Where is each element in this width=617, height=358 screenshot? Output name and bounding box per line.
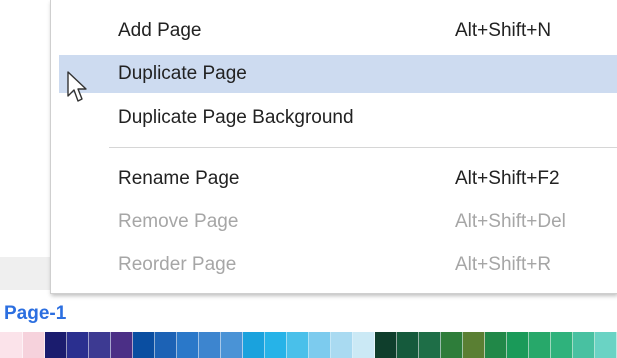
- menu-item-shortcut: Alt+Shift+F2: [455, 168, 560, 189]
- menu-item-label: Duplicate Page Background: [118, 107, 354, 128]
- menu-separator: [109, 147, 617, 148]
- color-swatch[interactable]: [243, 332, 265, 358]
- color-swatch[interactable]: [199, 332, 221, 358]
- menu-item-duplicate-page[interactable]: Duplicate Page: [59, 55, 617, 93]
- color-swatch[interactable]: [23, 332, 45, 358]
- color-swatch[interactable]: [375, 332, 397, 358]
- color-swatch[interactable]: [595, 332, 617, 358]
- menu-item-shortcut: Alt+Shift+R: [455, 254, 552, 275]
- menu-item-add-page[interactable]: Add Page Alt+Shift+N: [59, 12, 617, 50]
- menu-item-reorder-page[interactable]: Reorder Page Alt+Shift+R: [59, 246, 617, 284]
- menu-item-label: Rename Page: [118, 168, 240, 189]
- color-swatch[interactable]: [133, 332, 155, 358]
- color-palette: [0, 332, 617, 358]
- menu-item-duplicate-page-background[interactable]: Duplicate Page Background: [59, 99, 617, 137]
- color-swatch[interactable]: [485, 332, 507, 358]
- menu-item-rename-page[interactable]: Rename Page Alt+Shift+F2: [59, 160, 617, 198]
- menu-item-label: Reorder Page: [118, 254, 237, 275]
- color-swatch[interactable]: [265, 332, 287, 358]
- color-swatch[interactable]: [353, 332, 375, 358]
- color-swatch[interactable]: [573, 332, 595, 358]
- color-swatch[interactable]: [441, 332, 463, 358]
- color-swatch[interactable]: [221, 332, 243, 358]
- mouse-pointer-icon: [67, 71, 87, 102]
- menu-item-shortcut: Alt+Shift+Del: [455, 211, 566, 232]
- color-swatch[interactable]: [45, 332, 67, 358]
- color-swatch[interactable]: [331, 332, 353, 358]
- color-swatch[interactable]: [111, 332, 133, 358]
- menu-item-label: Duplicate Page: [118, 63, 247, 84]
- color-swatch[interactable]: [0, 332, 23, 358]
- color-swatch[interactable]: [397, 332, 419, 358]
- color-swatch[interactable]: [463, 332, 485, 358]
- color-swatch[interactable]: [507, 332, 529, 358]
- menu-item-remove-page[interactable]: Remove Page Alt+Shift+Del: [59, 203, 617, 241]
- color-swatch[interactable]: [67, 332, 89, 358]
- color-swatch[interactable]: [419, 332, 441, 358]
- color-swatch[interactable]: [89, 332, 111, 358]
- color-swatch[interactable]: [287, 332, 309, 358]
- color-swatch[interactable]: [551, 332, 573, 358]
- color-swatch[interactable]: [529, 332, 551, 358]
- color-swatch[interactable]: [177, 332, 199, 358]
- page-context-menu: Add Page Alt+Shift+N Duplicate Page Dupl…: [50, 0, 617, 294]
- color-swatch[interactable]: [309, 332, 331, 358]
- color-swatch[interactable]: [155, 332, 177, 358]
- menu-item-label: Add Page: [118, 20, 202, 41]
- menu-item-label: Remove Page: [118, 211, 239, 232]
- page-tab-label[interactable]: Page-1: [4, 302, 66, 326]
- menu-item-shortcut: Alt+Shift+N: [455, 20, 552, 41]
